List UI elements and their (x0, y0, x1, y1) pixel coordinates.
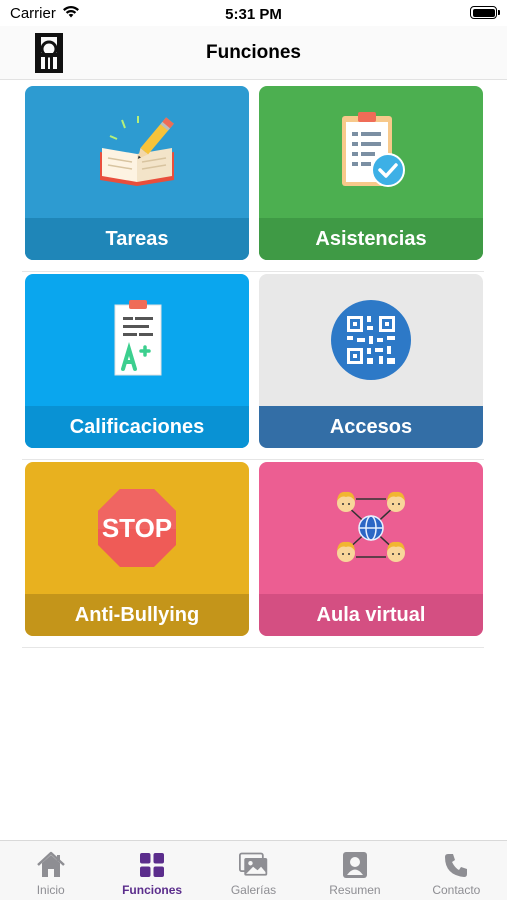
grid-row: Calificaciones Accesos (22, 272, 484, 460)
tab-label: Galerías (230, 883, 277, 897)
tab-inicio[interactable]: Inicio (0, 841, 101, 900)
gallery-icon (238, 851, 269, 879)
profile-card-icon (340, 851, 370, 879)
tile-aula-virtual[interactable]: Aula virtual (259, 462, 483, 636)
tile-label: Anti-Bullying (25, 594, 249, 636)
status-left: Carrier (10, 5, 80, 22)
phone-icon (441, 851, 471, 879)
grid-icon (137, 851, 167, 879)
school-logo[interactable] (32, 29, 66, 77)
functions-grid: Tareas Asistencias Calificaciones Acceso… (22, 84, 484, 648)
grade-paper-icon (25, 274, 249, 406)
tab-galerias[interactable]: Galerías (203, 841, 304, 900)
tile-anti-bullying[interactable]: STOP Anti-Bullying (25, 462, 249, 636)
tab-resumen[interactable]: Resumen (304, 841, 405, 900)
tile-asistencias[interactable]: Asistencias (259, 86, 483, 260)
notebook-pencil-icon (25, 86, 249, 218)
page-title: Funciones (205, 41, 301, 63)
tab-funciones[interactable]: Funciones (101, 841, 202, 900)
home-icon (36, 851, 66, 879)
tab-bar: Inicio Funciones Galerías Resumen Contac… (0, 840, 507, 900)
app-screen: Carrier 5:31 PM Funciones Tareas Asisten… (0, 0, 507, 900)
navigation-bar: Funciones (0, 26, 507, 80)
tab-contacto[interactable]: Contacto (406, 841, 507, 900)
status-time: 5:31 PM (225, 6, 282, 23)
tile-label: Aula virtual (259, 594, 483, 636)
clipboard-check-icon (259, 86, 483, 218)
tab-label: Contacto (432, 883, 481, 897)
tile-label: Calificaciones (25, 406, 249, 448)
qr-code-icon (259, 274, 483, 406)
tab-label: Resumen (329, 883, 381, 897)
tile-calificaciones[interactable]: Calificaciones (25, 274, 249, 448)
wifi-icon (62, 5, 80, 22)
tile-label: Tareas (25, 218, 249, 260)
stop-sign-icon: STOP (25, 462, 249, 594)
carrier-label: Carrier (10, 5, 56, 22)
network-people-icon (259, 462, 483, 594)
tile-label: Accesos (259, 406, 483, 448)
grid-row: STOP Anti-Bullying Aula virtual (22, 460, 484, 648)
grid-row: Tareas Asistencias (22, 84, 484, 272)
tab-label: Funciones (122, 883, 183, 897)
stop-text: STOP (102, 513, 172, 543)
tile-accesos[interactable]: Accesos (259, 274, 483, 448)
tab-label: Inicio (36, 883, 65, 897)
tile-tareas[interactable]: Tareas (25, 86, 249, 260)
tile-label: Asistencias (259, 218, 483, 260)
battery-icon (470, 6, 500, 19)
